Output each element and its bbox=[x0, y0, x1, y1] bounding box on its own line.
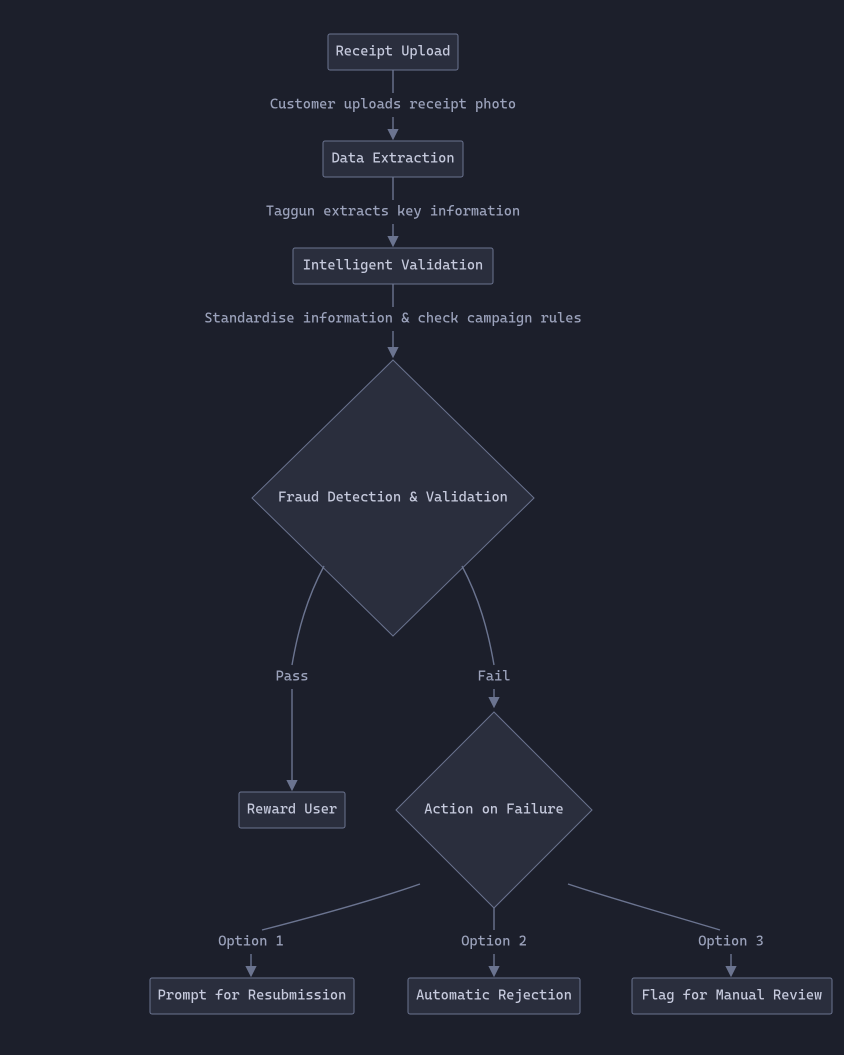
edge-fraud-fail-label: Fail bbox=[478, 669, 511, 685]
node-flag-manual-review: Flag for Manual Review bbox=[632, 978, 832, 1014]
node-fraud-detection-label: Fraud Detection & Validation bbox=[278, 490, 508, 506]
node-prompt-resubmission: Prompt for Resubmission bbox=[150, 978, 354, 1014]
node-prompt-resubmission-label: Prompt for Resubmission bbox=[158, 988, 347, 1004]
edge-fraud-pass: Pass bbox=[276, 566, 324, 789]
edge-fraud-fail: Fail bbox=[462, 566, 510, 706]
edge-extraction-to-validation-label: Taggun extracts key information bbox=[266, 204, 520, 220]
node-receipt-upload: Receipt Upload bbox=[328, 34, 458, 70]
node-data-extraction: Data Extraction bbox=[323, 141, 463, 177]
node-automatic-rejection: Automatic Rejection bbox=[408, 978, 580, 1014]
node-flag-manual-review-label: Flag for Manual Review bbox=[642, 988, 822, 1004]
node-action-on-failure-label: Action on Failure bbox=[424, 802, 563, 818]
node-intelligent-validation-label: Intelligent Validation bbox=[303, 258, 483, 274]
edge-fail-option3-label: Option 3 bbox=[698, 934, 764, 950]
node-reward-user: Reward User bbox=[239, 792, 345, 828]
edge-fail-option1-label: Option 1 bbox=[218, 934, 284, 950]
edge-fail-option2-label: Option 2 bbox=[461, 934, 527, 950]
edge-validation-to-fraud: Standardise information & check campaign… bbox=[204, 284, 581, 356]
edge-fail-option2: Option 2 bbox=[461, 908, 527, 975]
node-automatic-rejection-label: Automatic Rejection bbox=[416, 988, 572, 1004]
flowchart-diagram: Receipt Upload Customer uploads receipt … bbox=[0, 0, 844, 1055]
node-receipt-upload-label: Receipt Upload bbox=[336, 44, 451, 60]
edge-upload-to-extraction-label: Customer uploads receipt photo bbox=[270, 97, 516, 113]
edge-fail-option1: Option 1 bbox=[218, 884, 420, 975]
edge-fail-option3: Option 3 bbox=[568, 884, 764, 975]
node-action-on-failure: Action on Failure bbox=[396, 712, 592, 908]
node-reward-user-label: Reward User bbox=[247, 802, 337, 818]
node-intelligent-validation: Intelligent Validation bbox=[293, 248, 493, 284]
edge-validation-to-fraud-label: Standardise information & check campaign… bbox=[204, 311, 581, 327]
node-fraud-detection: Fraud Detection & Validation bbox=[252, 360, 534, 636]
edge-upload-to-extraction: Customer uploads receipt photo bbox=[270, 70, 516, 138]
edge-extraction-to-validation: Taggun extracts key information bbox=[266, 177, 520, 245]
node-data-extraction-label: Data Extraction bbox=[331, 151, 454, 167]
edge-fraud-pass-label: Pass bbox=[276, 669, 309, 685]
